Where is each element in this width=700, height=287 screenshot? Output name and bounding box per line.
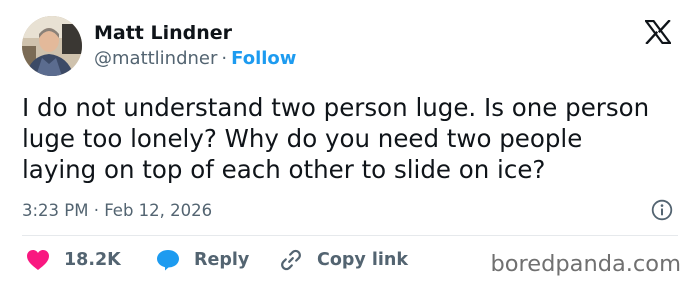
x-logo-icon[interactable] — [643, 19, 673, 45]
separator-dot: · — [221, 48, 228, 69]
info-icon[interactable] — [651, 199, 673, 221]
reply-button[interactable]: Reply — [156, 248, 249, 272]
author-handle[interactable]: @mattlindner — [94, 48, 217, 69]
like-button[interactable]: 18.2K — [26, 248, 121, 272]
reply-label: Reply — [194, 250, 250, 270]
tweet-timestamp[interactable]: 3:23 PM · Feb 12, 2026 — [22, 201, 212, 220]
like-count: 18.2K — [64, 250, 121, 270]
tweet-text: I do not understand two person luge. Is … — [22, 93, 650, 184]
author-display-name[interactable]: Matt Lindner — [94, 22, 232, 44]
author-handle-row: @mattlindner · Follow — [94, 48, 296, 69]
avatar[interactable] — [22, 16, 82, 76]
copy-link-label: Copy link — [317, 250, 408, 270]
link-icon — [281, 249, 301, 271]
divider — [22, 235, 678, 236]
follow-button[interactable]: Follow — [231, 48, 296, 69]
copy-link-button[interactable]: Copy link — [279, 248, 408, 272]
speech-bubble-icon — [157, 250, 179, 271]
source-watermark: boredpanda.com — [490, 251, 681, 277]
heart-icon — [27, 250, 49, 270]
